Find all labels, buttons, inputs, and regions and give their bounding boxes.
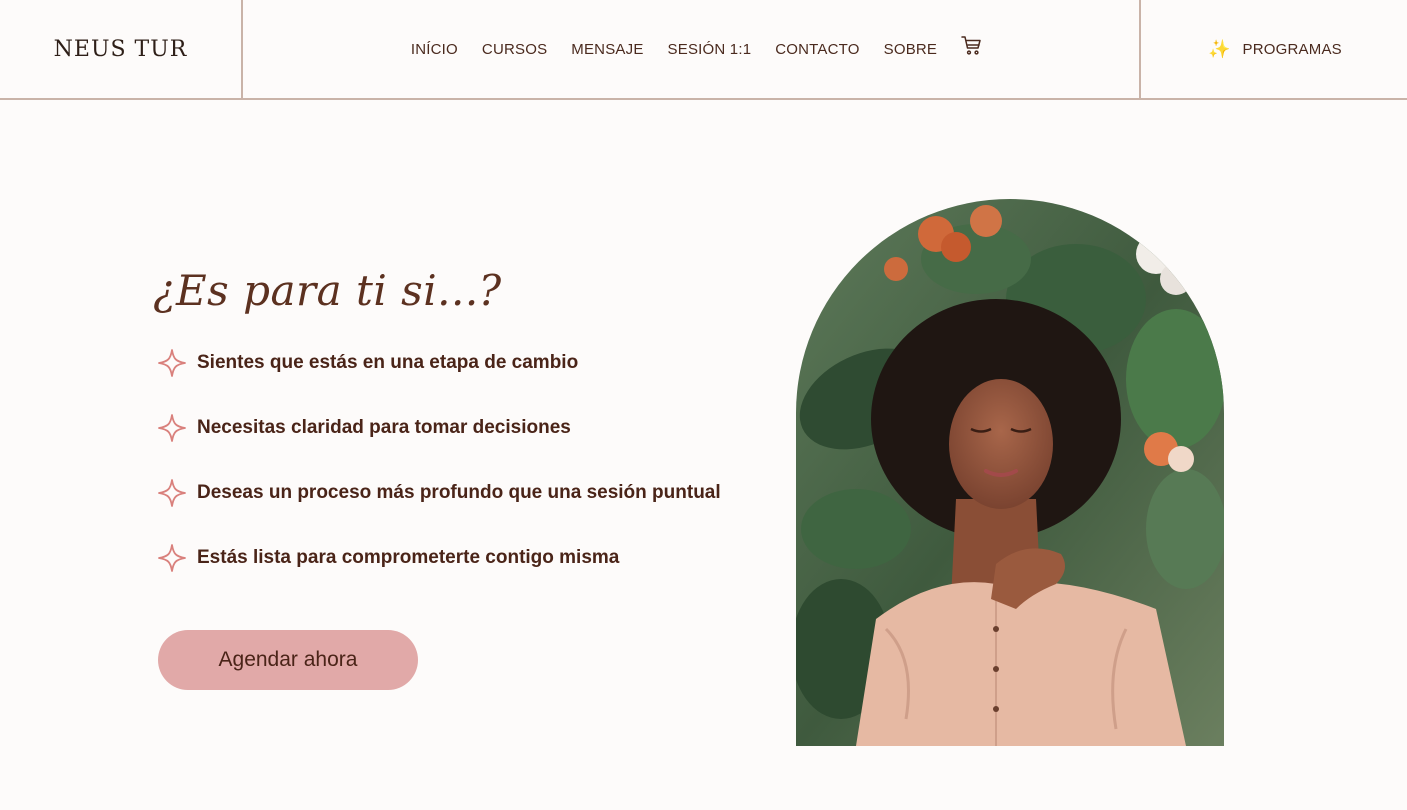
nav-item-sesion[interactable]: SESIÓN 1:1 <box>668 41 752 58</box>
woman-portrait-image <box>796 199 1224 746</box>
sparkle-star-icon <box>158 349 186 377</box>
cart-icon[interactable] <box>961 35 983 57</box>
list-item-text: Estás lista para comprometerte contigo m… <box>197 547 620 568</box>
sparkle-star-icon <box>158 544 186 572</box>
site-logo[interactable]: NEUS TUR <box>0 0 243 98</box>
list-item-text: Sientes que estás en una etapa de cambio <box>197 352 579 373</box>
section-heading: ¿Es para ti si...? <box>153 266 502 315</box>
book-now-button[interactable]: Agendar ahora <box>158 630 418 690</box>
programs-link[interactable]: ✨ PROGRAMAS <box>1139 0 1407 98</box>
sparkles-icon: ✨ <box>1208 38 1231 59</box>
list-item-text: Necesitas claridad para tomar decisiones <box>197 417 571 438</box>
nav-item-sobre[interactable]: SOBRE <box>884 41 938 58</box>
list-item-text: Deseas un proceso más profundo que una s… <box>197 482 721 503</box>
list-item: Estás lista para comprometerte contigo m… <box>157 543 619 573</box>
list-item: Necesitas claridad para tomar decisiones <box>157 413 571 443</box>
list-item: Sientes que estás en una etapa de cambio <box>157 348 578 378</box>
nav-item-inicio[interactable]: INÍCIO <box>411 41 458 58</box>
nav-item-contacto[interactable]: CONTACTO <box>775 41 859 58</box>
main-nav: INÍCIO CURSOS MENSAJE SESIÓN 1:1 CONTACT… <box>243 0 1139 98</box>
nav-item-mensaje[interactable]: MENSAJE <box>571 41 643 58</box>
nav-item-cursos[interactable]: CURSOS <box>482 41 547 58</box>
site-header: NEUS TUR INÍCIO CURSOS MENSAJE SESIÓN 1:… <box>0 0 1407 100</box>
sparkle-star-icon <box>158 414 186 442</box>
list-item: Deseas un proceso más profundo que una s… <box>157 478 721 508</box>
programs-label: PROGRAMAS <box>1242 40 1342 58</box>
sparkle-star-icon <box>158 479 186 507</box>
